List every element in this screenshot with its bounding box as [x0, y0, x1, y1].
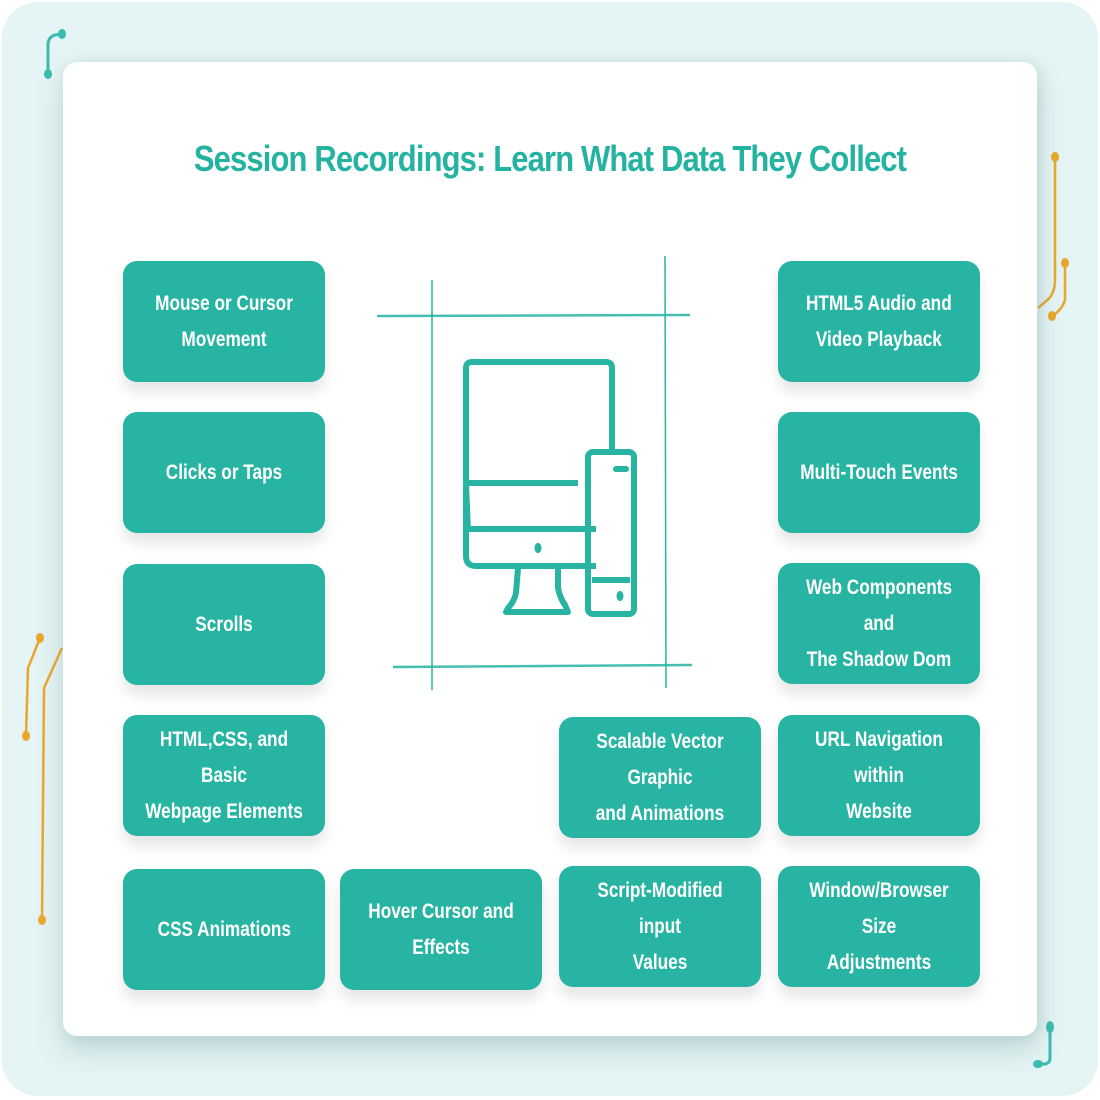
card-window-browser-size: Window/Browser Size Adjustments [778, 866, 980, 987]
card-scrolls: Scrolls [123, 564, 325, 685]
card-hover-cursor-effects: Hover Cursor and Effects [340, 869, 542, 990]
card-css-animations: CSS Animations [123, 869, 325, 990]
card-script-modified-input: Script-Modified input Values [559, 866, 761, 987]
orange-circuit-right-icon [1037, 152, 1069, 321]
frame-line-right [664, 255, 667, 689]
card-web-components-shadow-dom: Web Components and The Shadow Dom [778, 563, 980, 684]
card-label: Web Components and The Shadow Dom [805, 575, 953, 671]
frame-line-top [376, 313, 691, 318]
card-svg-animations: Scalable Vector Graphic and Animations [559, 717, 761, 838]
card-html-css-elements: HTML,CSS, and Basic Webpage Elements [123, 715, 325, 836]
card-label: Mouse or Cursor Movement [155, 291, 293, 351]
desktop-and-mobile-devices-icon [376, 255, 693, 690]
card-html5-audio-video: HTML5 Audio and Video Playback [778, 261, 980, 382]
phone-icon [585, 449, 637, 617]
orange-circuit-left-icon [22, 633, 64, 925]
teal-circuit-bottom-right-icon [1033, 1021, 1054, 1068]
card-url-navigation: URL Navigation within Website [778, 715, 980, 836]
card-label: HTML,CSS, and Basic Webpage Elements [145, 727, 303, 823]
card-label: Window/Browser Size Adjustments [809, 878, 949, 974]
card-label: Hover Cursor and Effects [368, 899, 514, 959]
frame-line-bottom [392, 663, 693, 669]
monitor-stand-icon [503, 567, 571, 615]
card-label: Multi-Touch Events [800, 460, 958, 484]
card-label: HTML5 Audio and Video Playback [806, 291, 952, 351]
card-label: URL Navigation within Website [815, 727, 943, 823]
page-title: Session Recordings: Learn What Data They… [193, 138, 907, 179]
card-mouse-cursor-movement: Mouse or Cursor Movement [123, 261, 325, 382]
card-label: CSS Animations [157, 917, 291, 941]
card-label: Scrolls [195, 612, 253, 636]
card-label: Scalable Vector Graphic and Animations [595, 729, 725, 825]
card-label: Clicks or Taps [165, 460, 283, 484]
card-multi-touch-events: Multi-Touch Events [778, 412, 980, 533]
card-label: Script-Modified input Values [597, 878, 723, 974]
card-clicks-taps: Clicks or Taps [123, 412, 325, 533]
